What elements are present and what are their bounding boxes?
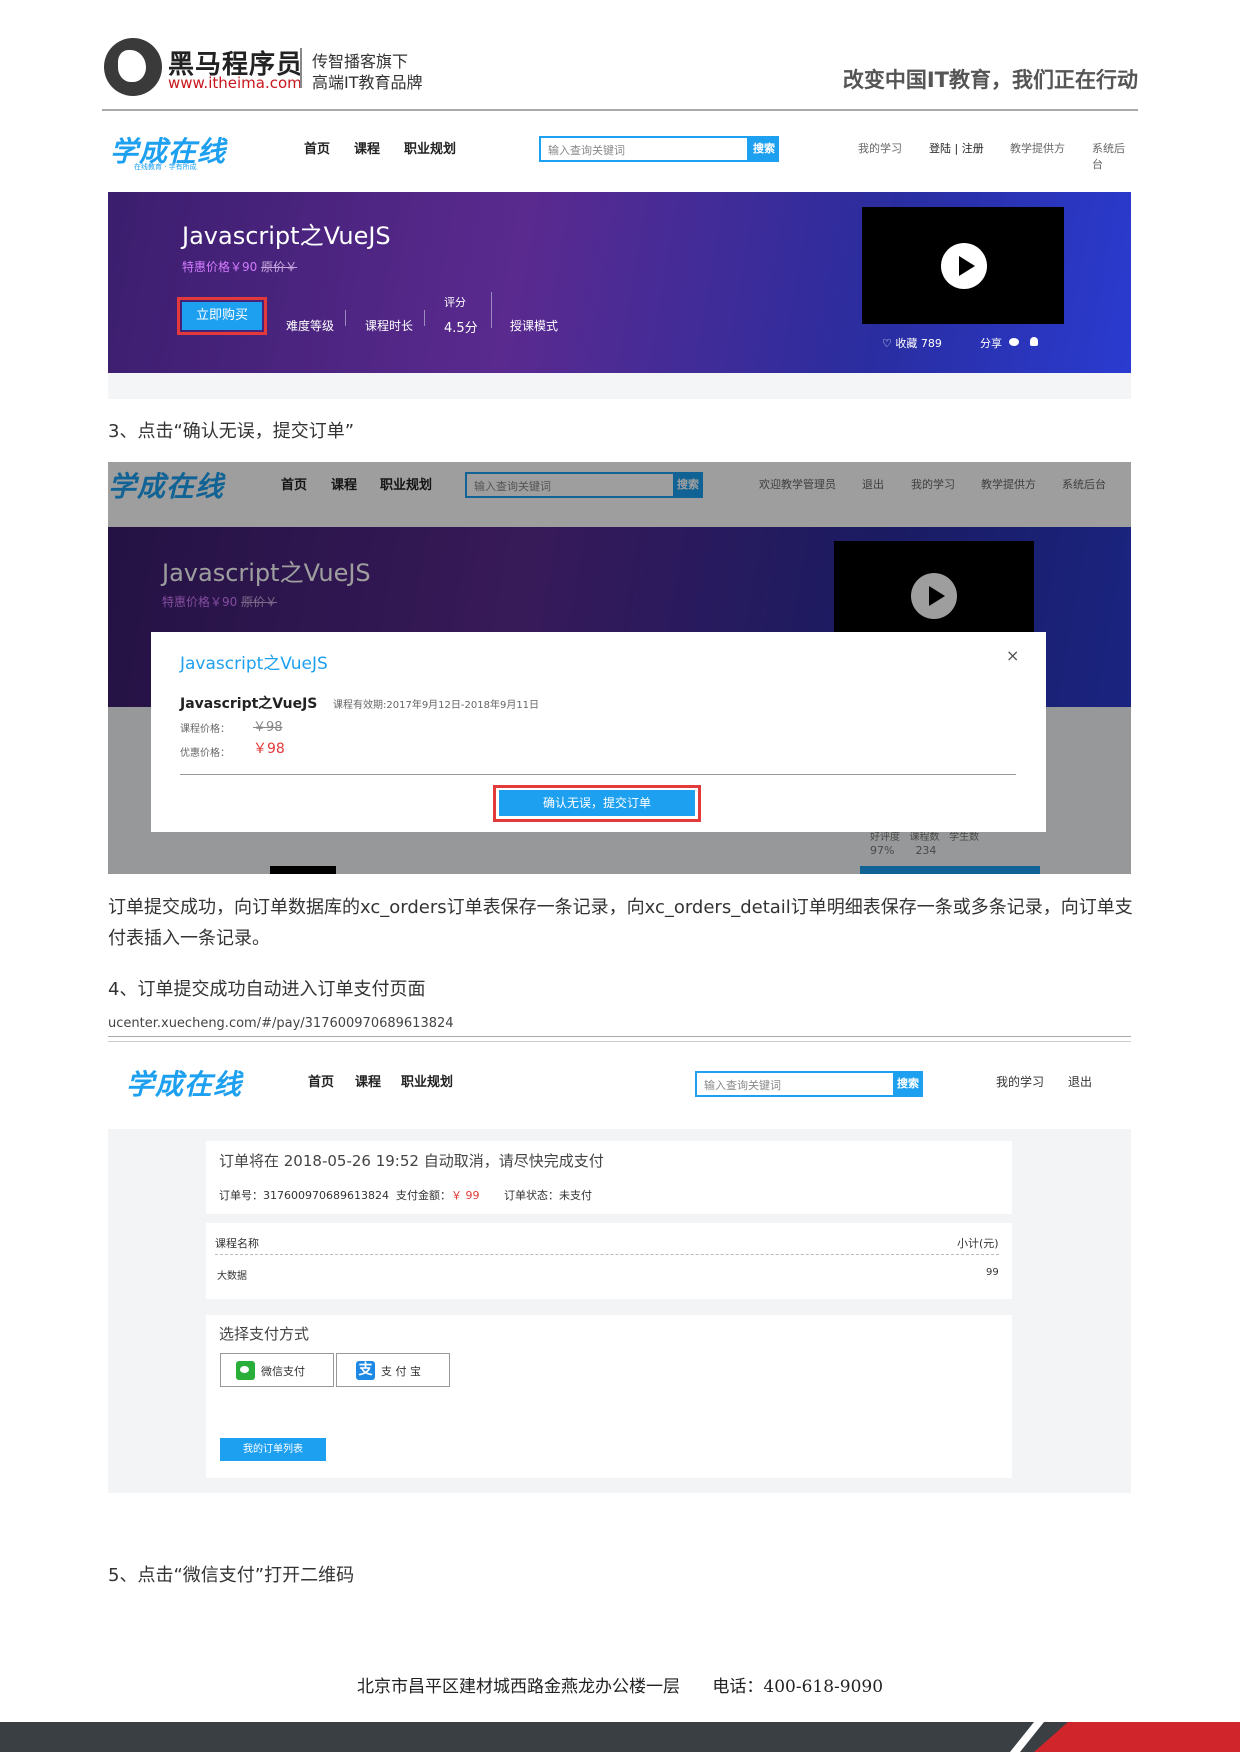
modal-discount-price: ￥98 — [253, 741, 285, 757]
confirm-order-button[interactable]: 确认无误，提交订单 — [499, 790, 695, 816]
meta-rating-label: 评分 — [444, 296, 466, 309]
wechat-share-icon[interactable] — [1009, 338, 1019, 346]
header-divider — [102, 109, 1138, 111]
search-input[interactable]: 输入查询关键词 — [695, 1071, 895, 1097]
search-placeholder: 输入查询关键词 — [548, 144, 625, 157]
wechat-pay-label: 微信支付 — [261, 1365, 305, 1378]
top-link-provider[interactable]: 教学提供方 — [1010, 140, 1065, 156]
my-orders-button[interactable]: 我的订单列表 — [220, 1438, 326, 1461]
buy-now-button[interactable]: 立即购买 — [182, 302, 262, 330]
brand-subtitle-2: 高端IT教育品牌 — [312, 73, 423, 92]
nav-career[interactable]: 职业规划 — [404, 138, 456, 157]
step5-caption: 5、点击“微信支付”打开二维码 — [108, 1565, 355, 1586]
search-button[interactable]: 搜索 — [893, 1071, 923, 1097]
wechat-icon — [236, 1361, 255, 1380]
payment-method-title: 选择支付方式 — [219, 1325, 310, 1343]
payment-method-card: 选择支付方式 微信支付 支 支 付 宝 我的订单列表 — [206, 1315, 1012, 1478]
site-navbar: 学成在线 首页 课程 职业规划 输入查询关键词 搜索 我的学习 退出 — [108, 1043, 1131, 1129]
meta-separator — [424, 310, 425, 326]
alipay-icon: 支 — [356, 1361, 375, 1380]
nav-courses[interactable]: 课程 — [354, 138, 380, 157]
share-link[interactable]: 分享 — [980, 335, 1002, 351]
meta-separator — [345, 310, 346, 326]
course-price: 特惠价格￥90 原价￥ — [182, 258, 297, 275]
top-link-my-learning[interactable]: 我的学习 — [858, 140, 902, 156]
search-button[interactable]: 搜索 — [749, 136, 779, 162]
order-status-value: 未支付 — [559, 1189, 592, 1202]
item-course-name: 大数据 — [217, 1271, 247, 1282]
search-input[interactable]: 输入查询关键词 — [539, 136, 749, 162]
alipay-label: 支 付 宝 — [381, 1365, 421, 1378]
col-course-name: 课程名称 — [215, 1237, 259, 1250]
browser-divider — [108, 1041, 1131, 1042]
order-amount-label: 支付金额： — [396, 1189, 451, 1202]
modal-title: Javascript之VueJS — [180, 654, 328, 674]
order-items-card: 课程名称 小计(元) 大数据 99 — [206, 1223, 1012, 1299]
nav-courses[interactable]: 课程 — [355, 1071, 381, 1090]
order-status: 订单状态：未支付 — [504, 1187, 592, 1203]
top-link-my-learning[interactable]: 我的学习 — [996, 1073, 1044, 1090]
course-title: Javascript之VueJS — [182, 222, 391, 250]
order-number: 订单号：317600970689613824 — [219, 1187, 389, 1203]
course-banner: Javascript之VueJS 特惠价格￥90 原价￥ 立即购买 难度等级 课… — [108, 192, 1131, 373]
favorite-count[interactable]: ♡ 收藏 789 — [882, 335, 942, 351]
site-navbar: 学成在线 在线教育 · 学有所成 首页 课程 职业规划 输入查询关键词 搜索 我… — [108, 116, 1131, 192]
original-price: 原价￥ — [261, 260, 298, 274]
qq-share-icon[interactable] — [1030, 337, 1038, 346]
top-link-login-register[interactable]: 登陆 | 注册 — [929, 140, 984, 156]
order-number-value: 317600970689613824 — [263, 1189, 389, 1202]
step3-caption: 3、点击“确认无误，提交订单” — [108, 421, 355, 442]
order-status-label: 订单状态： — [504, 1189, 559, 1202]
course-video-preview[interactable] — [862, 207, 1064, 324]
slogan: 改变中国IT教育，我们正在行动 — [842, 68, 1138, 92]
modal-divider — [180, 774, 1016, 775]
meta-separator — [491, 292, 492, 328]
alipay-button[interactable]: 支 支 付 宝 — [336, 1353, 450, 1387]
nav-home[interactable]: 首页 — [304, 138, 330, 157]
modal-course-name: Javascript之VueJS — [180, 696, 318, 712]
explanation-paragraph: 订单提交成功，向订单数据库的xc_orders订单表保存一条记录，向xc_ord… — [108, 897, 1133, 949]
footer-contact: 北京市昌平区建材城西路金燕龙办公楼一层 电话：400-618-9090 — [0, 1672, 1240, 1697]
browser-url[interactable]: ucenter.xuecheng.com/#/pay/3176009706896… — [108, 1016, 454, 1031]
search-placeholder: 输入查询关键词 — [704, 1079, 781, 1092]
play-icon[interactable] — [941, 243, 987, 289]
site-logo[interactable]: 学成在线 — [126, 1063, 242, 1103]
modal-discount-label: 优惠价格： — [180, 748, 230, 759]
modal-price: ￥98 — [253, 720, 283, 735]
footer-phone: 电话：400-618-9090 — [712, 1677, 884, 1697]
order-info-card: 订单将在 2018-05-26 19:52 自动取消，请尽快完成支付 订单号：3… — [206, 1141, 1012, 1214]
brand-divider — [300, 48, 302, 88]
order-number-label: 订单号： — [219, 1189, 263, 1202]
order-cancel-notice: 订单将在 2018-05-26 19:52 自动取消，请尽快完成支付 — [219, 1152, 604, 1170]
col-subtotal: 小计(元) — [957, 1237, 999, 1250]
meta-difficulty: 难度等级 — [286, 319, 335, 333]
footer-address: 北京市昌平区建材城西路金燕龙办公楼一层 — [356, 1677, 680, 1697]
top-link-logout[interactable]: 退出 — [1068, 1073, 1092, 1090]
table-divider — [215, 1254, 999, 1255]
nav-home[interactable]: 首页 — [308, 1071, 334, 1090]
meta-mode: 授课模式 — [510, 319, 559, 333]
brand-url: www.itheima.com — [168, 74, 302, 92]
horse-logo-icon — [104, 38, 162, 96]
order-amount: 支付金额：￥ 99 — [396, 1187, 480, 1203]
footer-accent — [1034, 1722, 1240, 1752]
site-logo-tagline: 在线教育 · 学有所成 — [134, 163, 197, 171]
browser-divider — [108, 1036, 1131, 1037]
discount-price: 特惠价格￥90 — [182, 260, 258, 274]
course-page-screenshot: 学成在线 在线教育 · 学有所成 首页 课程 职业规划 输入查询关键词 搜索 我… — [108, 116, 1131, 399]
top-link-admin[interactable]: 系统后台 — [1092, 140, 1131, 172]
confirm-order-screenshot: 学成在线 首页 课程 职业规划 输入查询关键词 搜索 欢迎教学管理员 退出 我的… — [108, 462, 1131, 874]
modal-price-label: 课程价格： — [180, 724, 230, 735]
wechat-pay-button[interactable]: 微信支付 — [220, 1353, 334, 1387]
order-amount-value: ￥ 99 — [451, 1189, 480, 1202]
item-subtotal: 99 — [986, 1267, 999, 1278]
modal-validity: 课程有效期:2017年9月12日-2018年9月11日 — [333, 700, 540, 711]
meta-rating-value: 4.5分 — [444, 321, 478, 336]
close-icon[interactable]: × — [1006, 646, 1019, 665]
confirm-order-modal: Javascript之VueJS × Javascript之VueJS 课程有效… — [151, 632, 1046, 832]
step4-caption: 4、订单提交成功自动进入订单支付页面 — [108, 979, 426, 1000]
payment-page-screenshot: 学成在线 首页 课程 职业规划 输入查询关键词 搜索 我的学习 退出 订单将在 … — [108, 1043, 1131, 1493]
nav-career[interactable]: 职业规划 — [401, 1071, 453, 1090]
meta-duration: 课程时长 — [365, 319, 414, 333]
